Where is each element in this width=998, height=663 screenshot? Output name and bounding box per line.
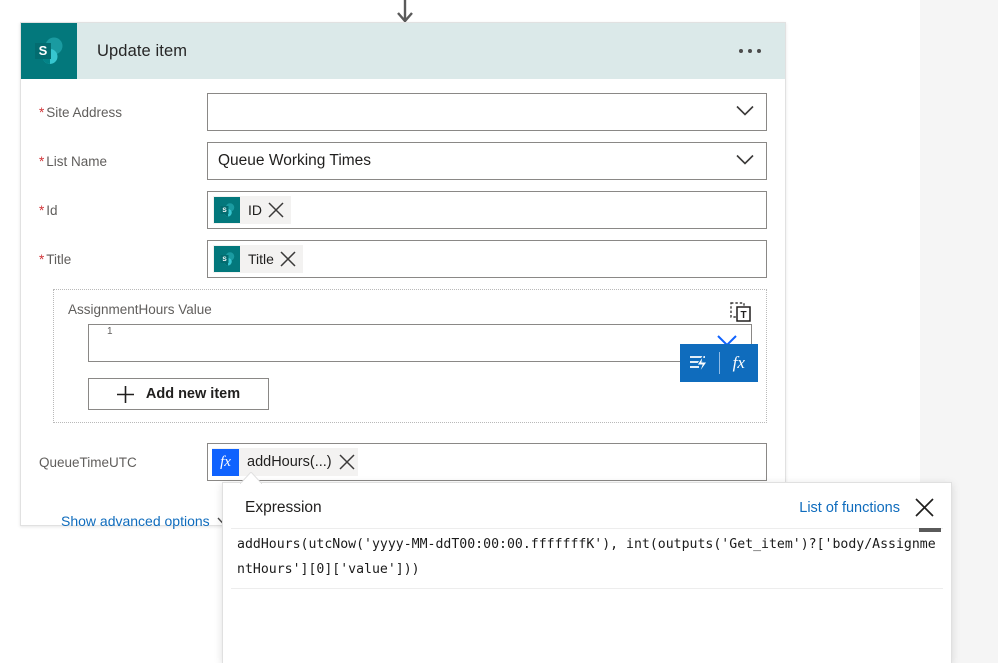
token-label: Title bbox=[248, 251, 274, 267]
expression-panel-body bbox=[223, 589, 951, 663]
add-new-item-button[interactable]: Add new item bbox=[88, 378, 269, 410]
card-body: * Site Address * List Name Queue Working… bbox=[21, 79, 785, 531]
dynamic-content-toolbar: fx bbox=[680, 344, 758, 382]
sharepoint-icon: S bbox=[214, 197, 240, 223]
chevron-down-icon[interactable] bbox=[736, 153, 754, 170]
field-label-title: * Title bbox=[39, 252, 72, 267]
required-asterisk: * bbox=[39, 154, 45, 169]
fx-icon: fx bbox=[212, 448, 239, 476]
app-root: S Update item * Site Address * List Name… bbox=[0, 0, 998, 663]
show-advanced-options-label: Show advanced options bbox=[61, 513, 210, 529]
close-icon[interactable] bbox=[267, 201, 285, 219]
svg-text:T: T bbox=[740, 310, 746, 321]
repeat-index-label: 1 bbox=[105, 326, 115, 337]
field-label-id: * Id bbox=[39, 203, 58, 218]
field-label-list-name: * List Name bbox=[39, 154, 108, 169]
field-row-id: * Id S ID bbox=[39, 191, 767, 229]
field-label-site-address: * Site Address bbox=[39, 105, 123, 120]
svg-text:S: S bbox=[222, 207, 227, 214]
expression-input-wrap: addHours(utcNow('yyyy-MM-ddT00:00:00.fff… bbox=[223, 528, 951, 589]
field-row-site-address: * Site Address bbox=[39, 93, 767, 131]
callout-pointer bbox=[238, 471, 264, 485]
card-title: Update item bbox=[97, 41, 188, 60]
fx-icon[interactable]: fx bbox=[720, 344, 759, 382]
token-label: ID bbox=[248, 202, 262, 218]
close-icon[interactable] bbox=[279, 250, 297, 268]
list-of-functions-link[interactable]: List of functions bbox=[799, 500, 900, 516]
expression-editor-panel: Expression List of functions addHours(ut… bbox=[222, 482, 952, 663]
field-label-queue-time-utc: QueueTimeUTC bbox=[39, 455, 137, 470]
add-new-item-label: Add new item bbox=[145, 386, 241, 402]
assignment-hours-repeating-group: AssignmentHours Value 1 T fx Add new ite… bbox=[53, 289, 767, 423]
list-name-combobox[interactable]: Queue Working Times bbox=[207, 142, 767, 180]
plus-icon bbox=[116, 385, 134, 403]
card-header: S Update item bbox=[21, 23, 785, 79]
expression-panel-title: Expression bbox=[245, 498, 322, 516]
expression-scrollbar-thumb[interactable] bbox=[919, 528, 941, 532]
expression-token-label: addHours(...) bbox=[247, 454, 332, 470]
copy-to-clipboard-icon[interactable]: T bbox=[730, 302, 752, 324]
required-asterisk: * bbox=[39, 203, 45, 218]
field-row-queue-time-utc: QueueTimeUTC fx addHours(...) bbox=[39, 443, 767, 481]
title-input[interactable]: S Title bbox=[207, 240, 767, 278]
field-row-list-name: * List Name Queue Working Times bbox=[39, 142, 767, 180]
id-input[interactable]: S ID bbox=[207, 191, 767, 229]
svg-text:S: S bbox=[39, 43, 48, 58]
sharepoint-icon: S bbox=[214, 246, 240, 272]
expression-panel-header: Expression List of functions bbox=[223, 483, 951, 528]
token-chip-title[interactable]: S Title bbox=[213, 245, 303, 273]
chevron-down-icon[interactable] bbox=[736, 104, 754, 121]
required-asterisk: * bbox=[39, 105, 45, 120]
svg-text:S: S bbox=[222, 256, 227, 263]
sharepoint-icon: S bbox=[21, 23, 77, 79]
list-name-value: Queue Working Times bbox=[218, 152, 372, 169]
required-asterisk: * bbox=[39, 252, 45, 267]
queue-time-utc-input[interactable]: fx addHours(...) bbox=[207, 443, 767, 481]
assignment-hours-label: AssignmentHours Value bbox=[68, 302, 212, 317]
site-address-combobox[interactable] bbox=[207, 93, 767, 131]
ellipsis-icon[interactable] bbox=[733, 43, 767, 59]
assignment-hours-value-combobox[interactable] bbox=[88, 324, 752, 362]
update-item-action-card: S Update item * Site Address * List Name… bbox=[20, 22, 786, 529]
dynamic-content-lightning-icon[interactable] bbox=[680, 344, 719, 382]
close-icon[interactable] bbox=[914, 497, 935, 518]
expression-token-chip[interactable]: fx addHours(...) bbox=[212, 448, 358, 476]
show-advanced-options-link[interactable]: Show advanced options bbox=[61, 513, 230, 529]
field-row-title: * Title S Title bbox=[39, 240, 767, 278]
expression-input[interactable]: addHours(utcNow('yyyy-MM-ddT00:00:00.fff… bbox=[231, 528, 943, 589]
token-chip-id[interactable]: S ID bbox=[213, 196, 291, 224]
close-icon[interactable] bbox=[338, 453, 356, 471]
